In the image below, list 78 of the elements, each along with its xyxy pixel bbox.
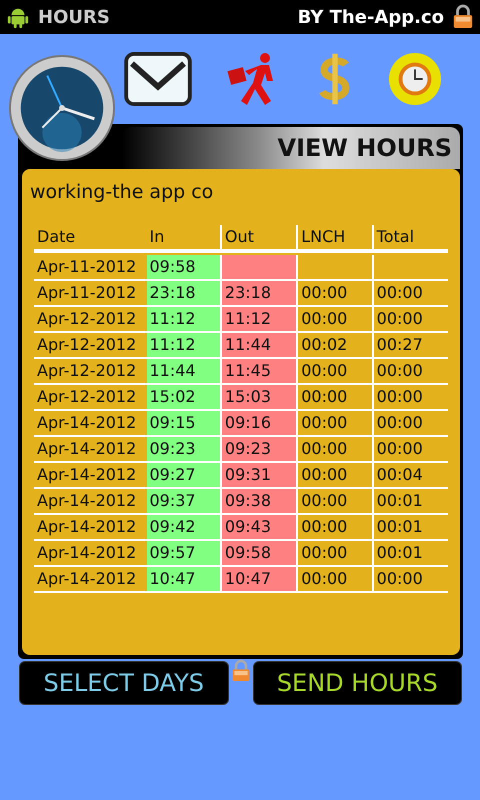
table-cell-text: Apr-12-2012 xyxy=(36,308,138,330)
table-cell: 11:44 xyxy=(146,359,222,383)
table-cell: 09:42 xyxy=(146,515,222,539)
table-cell-text: Apr-14-2012 xyxy=(36,464,138,486)
table-cell-text: 00:00 xyxy=(376,360,424,382)
action-button[interactable]: SELECT DAYS xyxy=(19,661,228,705)
table-cell: 11:12 xyxy=(146,333,222,357)
table-cell-text: Apr-12-2012 xyxy=(36,386,138,408)
table-cell: 23:18 xyxy=(146,281,222,305)
table-cell: 09:16 xyxy=(222,411,298,435)
table-cell-text: Apr-11-2012 xyxy=(36,256,138,278)
table-cell: 09:23 xyxy=(146,437,222,461)
table-cell-text: 00:04 xyxy=(376,464,424,486)
panel-title: VIEW HOURS xyxy=(278,134,452,162)
table-cell-text: Apr-12-2012 xyxy=(36,360,138,382)
lock-icon xyxy=(452,4,474,30)
table-cell: 11:45 xyxy=(222,359,298,383)
table-cell: 09:58 xyxy=(146,255,222,279)
alarm-clock-icon[interactable] xyxy=(388,52,442,106)
table-cell: 00:00 xyxy=(298,411,374,435)
brand-text: BY The-App.co xyxy=(298,6,444,28)
table-cell: 09:57 xyxy=(146,541,222,565)
table-cell: 15:03 xyxy=(222,385,298,409)
table-cell: 09:58 xyxy=(222,541,298,565)
column-header: Out xyxy=(222,225,298,249)
table-cell: 00:00 xyxy=(298,281,374,305)
table-cell-text: Apr-12-2012 xyxy=(36,334,138,356)
table-cell-text: 00:01 xyxy=(376,516,424,538)
table-cell: 09:37 xyxy=(146,489,222,513)
app-title: HOURS xyxy=(38,6,110,28)
table-cell: 11:12 xyxy=(222,307,298,331)
column-header: Total xyxy=(376,226,416,248)
table-cell: 09:38 xyxy=(222,489,298,513)
table-cell-text: 00:00 xyxy=(376,438,424,460)
envelope-icon[interactable] xyxy=(124,52,192,106)
table-cell-text: Apr-14-2012 xyxy=(36,516,138,538)
table-cell: 00:02 xyxy=(298,333,374,357)
table-cell-text: 00:01 xyxy=(376,490,424,512)
table-cell: 15:02 xyxy=(146,385,222,409)
table-cell: 00:00 xyxy=(298,567,374,591)
lock-icon xyxy=(230,659,250,683)
table-cell: 10:47 xyxy=(222,567,298,591)
table-cell-text: 00:00 xyxy=(376,282,424,304)
table-cell-text: Apr-14-2012 xyxy=(36,490,138,512)
table-cell: 00:00 xyxy=(298,515,374,539)
table-cell: 09:31 xyxy=(222,463,298,487)
column-header: LNCH xyxy=(298,225,374,249)
table-cell-text: 00:27 xyxy=(376,334,424,356)
table-cell-text: Apr-14-2012 xyxy=(36,412,138,434)
table-cell: 11:44 xyxy=(222,333,298,357)
table-cell: 00:00 xyxy=(298,385,374,409)
clock-icon[interactable] xyxy=(8,54,116,162)
table-cell-text: 00:00 xyxy=(376,386,424,408)
table-cell: 11:12 xyxy=(146,307,222,331)
table-cell: 00:00 xyxy=(298,437,374,461)
table-cell: 00:00 xyxy=(298,307,374,331)
table-cell: 00:00 xyxy=(298,359,374,383)
table-cell: 00:00 xyxy=(298,489,374,513)
table-cell: 09:23 xyxy=(222,437,298,461)
table-cell-text: Apr-14-2012 xyxy=(36,542,138,564)
table-cell: 09:43 xyxy=(222,515,298,539)
table-cell-text: 00:00 xyxy=(376,412,424,434)
table-cell: 10:47 xyxy=(146,567,222,591)
column-header: Date xyxy=(36,226,76,248)
account-name: working-the app co xyxy=(29,180,214,205)
column-header: In xyxy=(146,225,222,249)
table-cell: 09:15 xyxy=(146,411,222,435)
table-cell-text: 00:00 xyxy=(376,568,424,590)
action-button[interactable]: SEND HOURS xyxy=(252,661,462,705)
table-cell-text: Apr-14-2012 xyxy=(36,438,138,460)
table-cell: 09:27 xyxy=(146,463,222,487)
table-cell-text: Apr-14-2012 xyxy=(36,568,138,590)
table-cell: 23:18 xyxy=(222,281,298,305)
table-cell: 00:00 xyxy=(298,463,374,487)
table-cell-text: 00:01 xyxy=(376,542,424,564)
table-cell-text: 00:00 xyxy=(376,308,424,330)
table-cell-text: Apr-11-2012 xyxy=(36,282,138,304)
table-cell: 00:00 xyxy=(298,541,374,565)
